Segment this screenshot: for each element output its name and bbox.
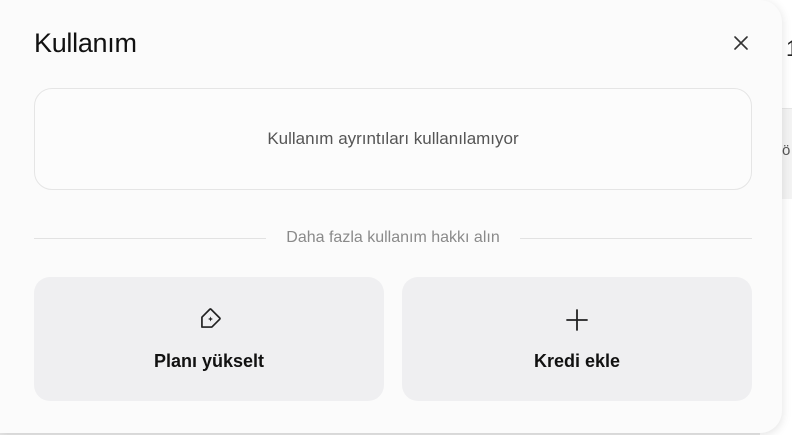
usage-info-card: Kullanım ayrıntıları kullanılamıyor [34,88,752,190]
dialog-title: Kullanım [34,28,137,58]
section-divider: Daha fazla kullanım hakkı alın [34,226,753,250]
divider-text: Daha fazla kullanım hakkı alın [286,229,500,246]
background-text-fragment: ö [782,142,791,159]
add-credit-label: Kredi ekle [533,351,621,371]
plus-icon [564,307,590,333]
background-text-fragment: 1 [786,36,792,62]
close-icon [734,36,748,50]
close-button[interactable] [728,30,754,56]
upgrade-plan-button[interactable]: Planı yükselt [34,277,384,401]
divider-line [519,237,753,239]
divider-line [34,237,267,239]
usage-info-message: Kullanım ayrıntıları kullanılamıyor [267,129,519,148]
tag-sparkle-icon [196,307,222,333]
add-credit-button[interactable]: Kredi ekle [402,277,752,401]
usage-dialog: Kullanım Kullanım ayrıntıları kullanılam… [0,0,782,433]
upgrade-plan-label: Planı yükselt [153,351,265,371]
